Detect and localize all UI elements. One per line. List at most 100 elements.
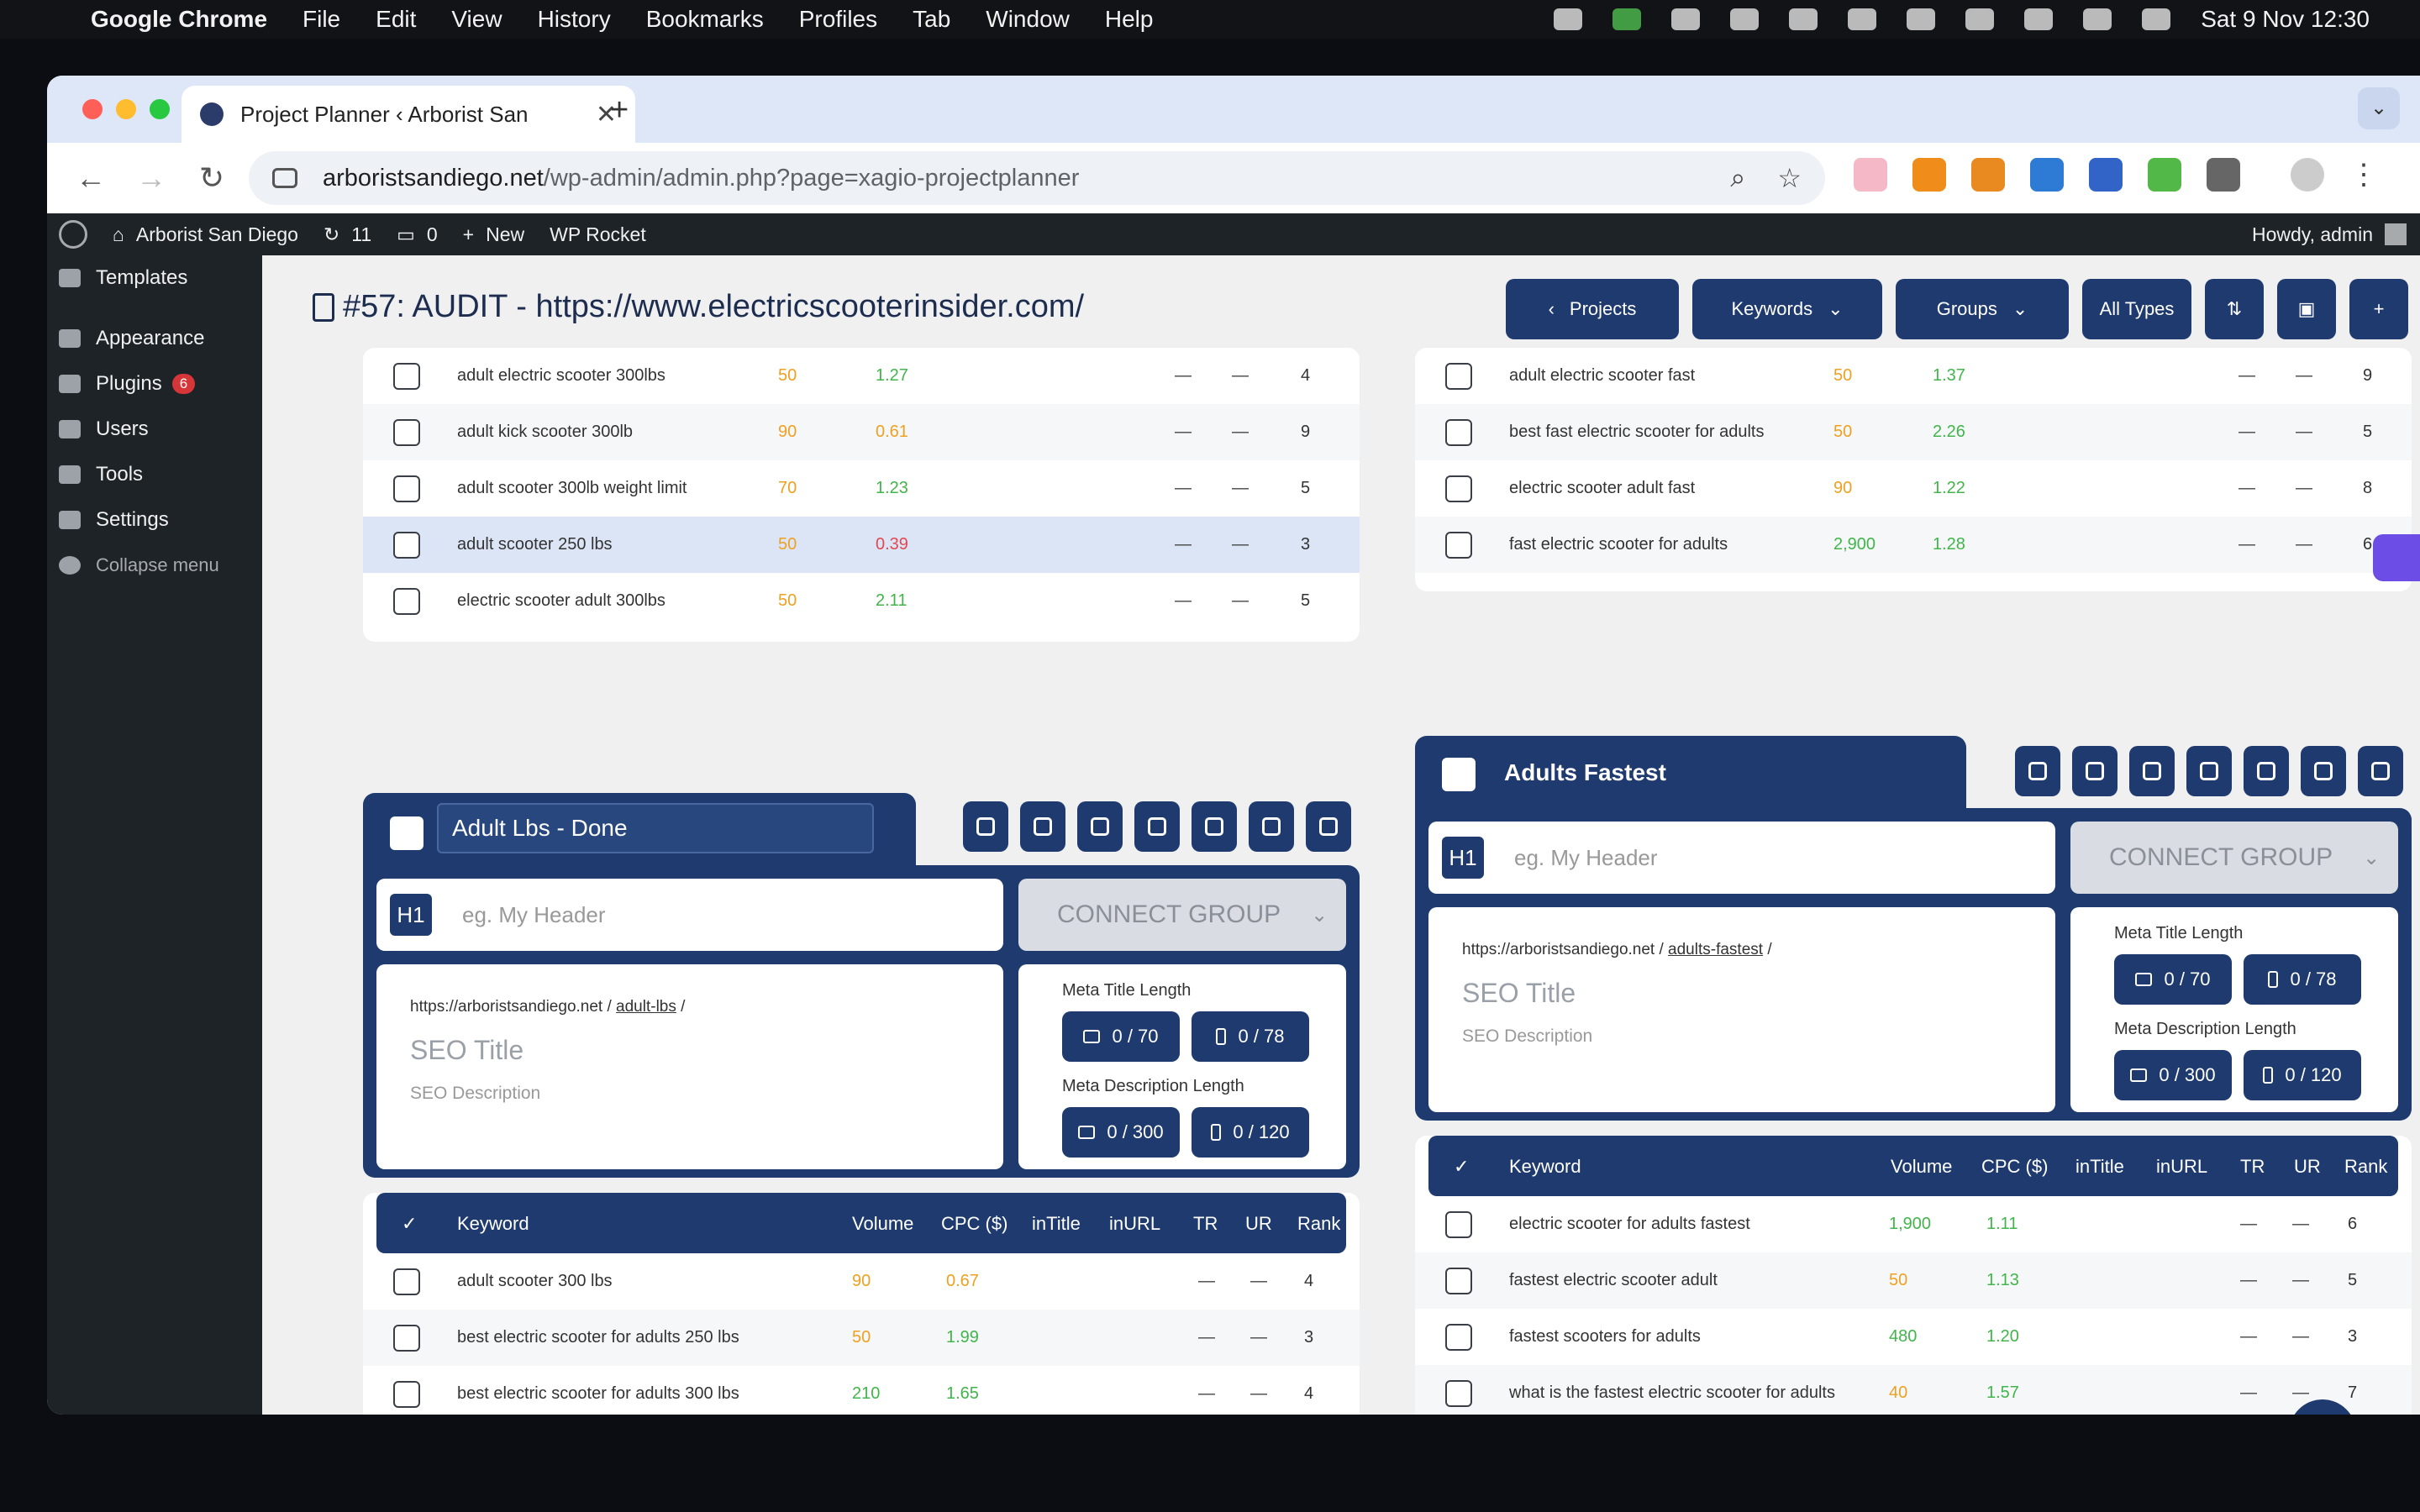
table-row[interactable]: best electric scooter for adults 250 lbs… [363, 1310, 1360, 1366]
keyword-cell[interactable]: adult scooter 300 lbs [457, 1272, 613, 1291]
row-checkbox[interactable] [393, 1324, 420, 1352]
h1-field[interactable]: H1 eg. My Header [376, 879, 1003, 951]
sidebar-item-templates[interactable]: Templates [47, 255, 262, 301]
save-icon[interactable]: ▣ [2277, 279, 2336, 339]
projects-button[interactable]: ‹ Projects [1506, 279, 1679, 339]
menu-profiles[interactable]: Profiles [799, 6, 877, 33]
table-row[interactable]: electric scooter adult fast 90 1.22 — — 8 [1415, 460, 2412, 517]
bluetooth-icon[interactable] [1965, 8, 1995, 30]
gear-icon[interactable] [963, 801, 1008, 852]
updates-link[interactable]: ↻ 11 [324, 223, 371, 246]
extension-icon[interactable] [2089, 158, 2123, 192]
menu-history[interactable]: History [538, 6, 611, 33]
accessibility-widget-icon[interactable] [2373, 534, 2420, 581]
all-types-button[interactable]: All Types [2082, 279, 2191, 339]
sidebar-item-plugins[interactable]: Plugins 6 [47, 361, 262, 407]
col-tr[interactable]: TR [2240, 1156, 2265, 1178]
add-group-icon[interactable]: + [2349, 279, 2408, 339]
table-row[interactable]: electric scooter for adults fastest 1,900… [1415, 1196, 2412, 1252]
extension-icon[interactable] [1912, 158, 1946, 192]
keyword-cell[interactable]: adult scooter 250 lbs [457, 535, 613, 554]
extension-icon[interactable] [2148, 158, 2181, 192]
collapse-menu-button[interactable]: Collapse menu [47, 543, 262, 588]
extension-icon[interactable] [1971, 158, 2005, 192]
row-checkbox[interactable] [1445, 1210, 1472, 1238]
address-bar[interactable]: arboristsandiego.net /wp-admin/admin.php… [249, 151, 1825, 205]
table-row[interactable]: adult kick scooter 300lb 90 0.61 — — 9 [363, 404, 1360, 460]
col-cpc[interactable]: CPC ($) [941, 1213, 1007, 1235]
table-row[interactable]: adult electric scooter fast 50 1.37 — — 9 [1415, 348, 2412, 404]
seo-preview[interactable]: https://arboristsandiego.net / adults-fa… [1428, 907, 2055, 1112]
browser-tab[interactable]: Project Planner ‹ Arborist San ✕ [182, 86, 635, 143]
row-checkbox[interactable] [1445, 1267, 1472, 1294]
col-volume[interactable]: Volume [1891, 1156, 1952, 1178]
table-row[interactable]: adult scooter 300lb weight limit 70 1.23 — —… [363, 460, 1360, 517]
tray-icon[interactable] [1730, 8, 1760, 30]
row-checkbox[interactable] [1445, 362, 1472, 390]
seo-description[interactable]: SEO Description [1462, 1026, 1592, 1047]
profile-avatar-icon[interactable] [2291, 158, 2324, 192]
col-tr[interactable]: TR [1193, 1213, 1218, 1235]
new-content-link[interactable]: + New [463, 223, 524, 246]
wifi-icon[interactable] [1848, 8, 1877, 30]
row-checkbox[interactable] [1445, 475, 1472, 502]
close-window-button[interactable] [82, 99, 103, 119]
row-checkbox[interactable] [393, 587, 420, 615]
group-name-input[interactable]: Adult Lbs - Done [437, 803, 874, 853]
group-checkbox[interactable] [1442, 758, 1476, 791]
keyword-cell[interactable]: best fast electric scooter for adults [1509, 423, 1764, 442]
sidebar-item-appearance[interactable]: Appearance [47, 316, 262, 361]
keyword-cell[interactable]: fast electric scooter for adults [1509, 535, 1728, 554]
cloud-icon[interactable] [2186, 746, 2232, 796]
table-row[interactable]: fastest scooters for adults 480 1.20 — — 3 [1415, 1309, 2412, 1365]
row-checkbox[interactable] [393, 1268, 420, 1295]
keyword-cell[interactable]: adult electric scooter fast [1509, 366, 1695, 386]
reload-icon[interactable]: ↻ [195, 160, 229, 196]
site-name-link[interactable]: ⌂ Arborist San Diego [113, 223, 298, 246]
cpu-icon[interactable] [2244, 746, 2289, 796]
new-tab-icon[interactable]: + [610, 92, 629, 129]
row-checkbox[interactable] [393, 362, 420, 390]
table-row[interactable]: best fast electric scooter for adults 50 2… [1415, 404, 2412, 460]
table-row[interactable]: adult scooter 250 lbs 50 0.39 — — 3 [363, 517, 1360, 573]
groups-dropdown[interactable]: Groups ⌄ [1896, 279, 2069, 339]
col-ur[interactable]: UR [1245, 1213, 1272, 1235]
keyword-cell[interactable]: electric scooter for adults fastest [1509, 1215, 1750, 1234]
keyword-cell[interactable]: fastest electric scooter adult [1509, 1271, 1718, 1290]
wordpress-logo-icon[interactable] [59, 220, 87, 249]
clock[interactable]: Sat 9 Nov 12:30 [2201, 6, 2370, 33]
connect-group-dropdown[interactable]: CONNECT GROUP ⌄ [2070, 822, 2398, 894]
keyword-cell[interactable]: best electric scooter for adults 250 lbs [457, 1328, 739, 1347]
zoom-window-button[interactable] [150, 99, 170, 119]
note-icon[interactable] [1020, 801, 1065, 852]
forward-icon[interactable]: → [134, 160, 168, 196]
col-keyword[interactable]: Keyword [1509, 1156, 1581, 1178]
row-checkbox[interactable] [393, 531, 420, 559]
zoom-icon[interactable]: ⌕ [1730, 162, 1745, 194]
col-inurl[interactable]: inURL [1109, 1213, 1160, 1235]
select-all-icon[interactable]: ✓ [1454, 1156, 1469, 1178]
col-inurl[interactable]: inURL [2156, 1156, 2207, 1178]
menu-window[interactable]: Window [986, 6, 1070, 33]
menu-view[interactable]: View [451, 6, 502, 33]
bookmark-star-icon[interactable]: ☆ [1777, 162, 1802, 194]
cloud-icon[interactable] [1134, 801, 1180, 852]
comments-link[interactable]: ▭ 0 [397, 223, 438, 246]
save-icon[interactable] [2358, 746, 2403, 796]
seo-title[interactable]: SEO Title [1462, 978, 1576, 1009]
trash-icon[interactable] [2301, 746, 2346, 796]
dropbox-icon[interactable] [1789, 8, 1818, 30]
table-row[interactable]: electric scooter adult 300lbs 50 2.11 — — 5 [363, 573, 1360, 629]
site-info-icon[interactable] [272, 168, 297, 188]
row-checkbox[interactable] [393, 418, 420, 446]
col-cpc[interactable]: CPC ($) [1981, 1156, 2048, 1178]
row-checkbox[interactable] [1445, 1323, 1472, 1351]
tray-icon[interactable] [1612, 8, 1642, 30]
group-checkbox[interactable] [390, 816, 424, 850]
extension-icon[interactable] [1854, 158, 1887, 192]
keyword-cell[interactable]: fastest scooters for adults [1509, 1327, 1701, 1347]
row-checkbox[interactable] [1445, 531, 1472, 559]
menu-file[interactable]: File [302, 6, 340, 33]
tray-icon[interactable] [1671, 8, 1701, 30]
gear-icon[interactable] [2015, 746, 2060, 796]
